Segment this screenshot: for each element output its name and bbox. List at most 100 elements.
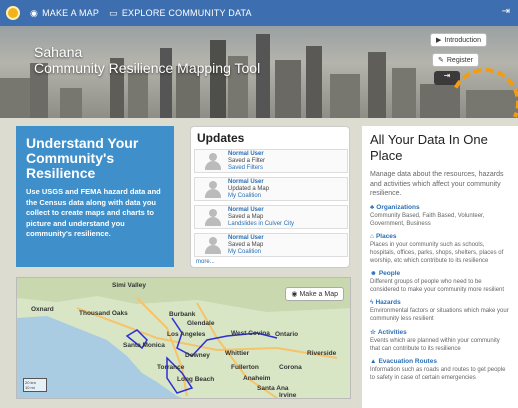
update-action: Saved a Map bbox=[228, 214, 264, 220]
edit-icon: ✎ bbox=[438, 57, 444, 64]
hero-banner: Sahana Community Resilience Mapping Tool… bbox=[0, 26, 518, 118]
update-user[interactable]: Normal User bbox=[228, 235, 264, 242]
bolt-icon: ϟ bbox=[370, 298, 374, 306]
hero-title: Sahana Community Resilience Mapping Tool bbox=[34, 44, 260, 76]
section-desc: Information such as roads and routes to … bbox=[370, 366, 506, 381]
city-label: Santa Ana bbox=[257, 385, 289, 392]
section-title: Hazards bbox=[375, 298, 401, 306]
top-navbar: ◉ MAKE A MAP ▭ EXPLORE COMMUNITY DATA ⇥ bbox=[0, 0, 518, 26]
evacuation-routes-link[interactable]: ▲ Evacuation Routes bbox=[370, 358, 510, 365]
update-item: Normal User Saved a Map My Coalition bbox=[194, 233, 348, 257]
activities-link[interactable]: ☆ Activities bbox=[370, 328, 510, 336]
register-button[interactable]: ✎ Register bbox=[432, 53, 479, 67]
avatar bbox=[205, 237, 221, 254]
update-action: Saved a Filter bbox=[228, 158, 266, 164]
hazards-link[interactable]: ϟ Hazards bbox=[370, 299, 510, 306]
sign-in-icon[interactable]: ⇥ bbox=[502, 6, 510, 17]
section-title: Organizations bbox=[376, 203, 420, 211]
section-desc: Places in your community such as schools… bbox=[370, 241, 504, 264]
make-a-map-label: MAKE A MAP bbox=[42, 8, 100, 18]
update-user[interactable]: Normal User bbox=[228, 207, 294, 214]
star-icon: ☆ bbox=[370, 328, 376, 336]
explore-community-data-link[interactable]: ▭ EXPLORE COMMUNITY DATA bbox=[109, 8, 252, 19]
more-updates-link[interactable]: more... bbox=[196, 259, 215, 265]
introduction-label: Introduction bbox=[444, 36, 481, 44]
hero-title-line2: Community Resilience Mapping Tool bbox=[34, 60, 261, 76]
city-label: Oxnard bbox=[31, 306, 54, 313]
avatar bbox=[205, 181, 221, 198]
section-desc: Events which are planned within your com… bbox=[370, 337, 500, 352]
video-icon: ▶ bbox=[436, 37, 442, 44]
group-icon: ☻ bbox=[370, 269, 377, 277]
people-link[interactable]: ☻ People bbox=[370, 270, 510, 277]
update-user[interactable]: Normal User bbox=[228, 151, 265, 158]
city-label: Downey bbox=[185, 352, 210, 359]
all-data-title: All Your Data In One Place bbox=[370, 132, 488, 163]
city-label: Riverside bbox=[307, 350, 337, 357]
city-label: Los Angeles bbox=[167, 331, 206, 338]
update-link[interactable]: Saved Filters bbox=[228, 165, 265, 172]
section-desc: Community Based, Faith Based, Volunteer,… bbox=[370, 212, 485, 227]
city-label: West Covina bbox=[231, 330, 270, 337]
section-desc: Environmental factors or situations whic… bbox=[370, 307, 509, 322]
car-icon: ▲ bbox=[370, 357, 377, 365]
update-item: Normal User Saved a Map Landslides in Cu… bbox=[194, 205, 348, 229]
highlight-arc bbox=[440, 58, 518, 118]
section-evacuation-routes: ▲ Evacuation Routes Information such as r… bbox=[370, 358, 510, 382]
update-link[interactable]: Landslides in Culver City bbox=[228, 221, 294, 228]
section-desc: Different groups of people who need to b… bbox=[370, 278, 505, 293]
sahana-logo-icon[interactable] bbox=[6, 6, 20, 20]
avatar bbox=[205, 153, 221, 170]
update-user[interactable]: Normal User bbox=[228, 179, 269, 186]
intro-body: Use USGS and FEMA hazard data and the Ce… bbox=[26, 187, 161, 238]
intro-panel: Understand Your Community's Resilience U… bbox=[16, 126, 174, 267]
updates-panel: Updates Normal User Saved a Filter Saved… bbox=[190, 126, 350, 268]
organizations-link[interactable]: ♣ Organizations bbox=[370, 204, 510, 211]
places-link[interactable]: ⌂ Places bbox=[370, 233, 510, 240]
intro-heading: Understand Your Community's Resilience bbox=[26, 135, 139, 181]
updates-title: Updates bbox=[197, 131, 245, 145]
city-label: Fullerton bbox=[231, 364, 259, 371]
section-title: Places bbox=[375, 232, 397, 240]
introduction-button[interactable]: ▶ Introduction bbox=[430, 33, 487, 47]
section-people: ☻ People Different groups of people who n… bbox=[370, 270, 510, 294]
section-title: Evacuation Routes bbox=[378, 357, 437, 365]
map-preview[interactable]: Simi Valley Oxnard Thousand Oaks Burbank… bbox=[16, 277, 351, 399]
people-icon: ♣ bbox=[370, 203, 375, 211]
city-label: Whittier bbox=[225, 350, 250, 357]
all-data-lead: Manage data about the resources, hazards… bbox=[370, 171, 504, 197]
explore-label: EXPLORE COMMUNITY DATA bbox=[121, 8, 252, 18]
city-label: Simi Valley bbox=[112, 282, 146, 289]
update-item: Normal User Updated a Map My Coalition bbox=[194, 177, 348, 201]
update-action: Saved a Map bbox=[228, 242, 264, 248]
update-link[interactable]: My Coalition bbox=[228, 249, 264, 256]
city-label: Glendale bbox=[187, 320, 215, 327]
section-hazards: ϟ Hazards Environmental factors or situat… bbox=[370, 299, 510, 323]
hero-title-line1: Sahana bbox=[34, 44, 83, 60]
register-label: Register bbox=[446, 56, 473, 64]
city-label: Santa Monica bbox=[123, 342, 165, 349]
map-scale-bar: 20 km 10 mi bbox=[23, 378, 47, 392]
make-a-map-link[interactable]: ◉ MAKE A MAP bbox=[30, 8, 99, 19]
section-places: ⌂ Places Places in your community such as… bbox=[370, 233, 510, 265]
section-title: Activities bbox=[377, 328, 407, 336]
section-title: People bbox=[378, 269, 401, 277]
city-label: Thousand Oaks bbox=[79, 310, 128, 317]
city-label: Ontario bbox=[275, 331, 299, 338]
avatar bbox=[205, 209, 221, 226]
update-link[interactable]: My Coalition bbox=[228, 193, 269, 200]
city-label: Long Beach bbox=[177, 376, 215, 383]
home-icon: ⌂ bbox=[370, 232, 374, 240]
city-label: Anaheim bbox=[243, 375, 271, 382]
update-item: Normal User Saved a Filter Saved Filters bbox=[194, 149, 348, 173]
all-data-panel: All Your Data In One Place Manage data a… bbox=[362, 126, 518, 408]
city-label: Burbank bbox=[169, 311, 196, 318]
update-action: Updated a Map bbox=[228, 186, 270, 192]
make-a-map-button-label: Make a Map bbox=[299, 291, 338, 298]
city-label: Irvine bbox=[279, 392, 297, 399]
make-a-map-button[interactable]: ◉ Make a Map bbox=[285, 287, 344, 301]
city-label: Torrance bbox=[157, 364, 185, 371]
city-label: Corona bbox=[279, 364, 302, 371]
folder-icon: ▭ bbox=[109, 7, 118, 18]
globe-icon: ◉ bbox=[30, 7, 39, 18]
